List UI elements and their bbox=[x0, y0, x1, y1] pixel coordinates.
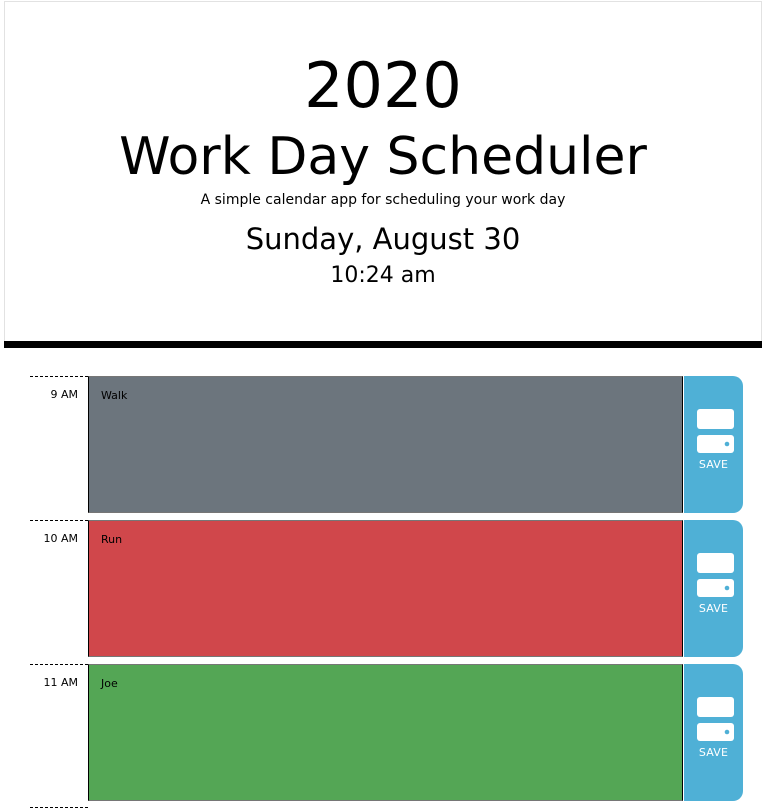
event-description[interactable] bbox=[88, 664, 683, 801]
save-label: SAVE bbox=[698, 746, 729, 759]
save-button[interactable]: SAVE bbox=[684, 376, 743, 513]
time-block-row: 11 AM SAVE bbox=[30, 664, 743, 801]
save-icon bbox=[697, 553, 734, 597]
current-time: 10:24 am bbox=[330, 263, 436, 288]
next-row-divider bbox=[30, 807, 88, 808]
save-button[interactable]: SAVE bbox=[684, 664, 743, 801]
hour-label: 11 AM bbox=[30, 664, 88, 801]
save-button[interactable]: SAVE bbox=[684, 520, 743, 657]
page-subtitle: A simple calendar app for scheduling you… bbox=[200, 192, 566, 208]
time-block-row: 9 AM SAVE bbox=[30, 376, 743, 513]
header-divider bbox=[4, 341, 762, 348]
year-heading: 2020 bbox=[304, 49, 462, 122]
save-label: SAVE bbox=[698, 458, 729, 471]
save-label: SAVE bbox=[698, 602, 729, 615]
event-description[interactable] bbox=[88, 376, 683, 513]
page: 2020 Work Day Scheduler A simple calenda… bbox=[0, 0, 764, 810]
save-icon bbox=[697, 697, 734, 741]
event-description[interactable] bbox=[88, 520, 683, 657]
hour-label: 10 AM bbox=[30, 520, 88, 657]
save-icon bbox=[697, 409, 734, 453]
page-title: Work Day Scheduler bbox=[119, 127, 647, 187]
current-date: Sunday, August 30 bbox=[245, 222, 521, 256]
hour-label: 9 AM bbox=[30, 376, 88, 513]
header: 2020 Work Day Scheduler A simple calenda… bbox=[4, 1, 762, 341]
time-block-row: 10 AM SAVE bbox=[30, 520, 743, 657]
